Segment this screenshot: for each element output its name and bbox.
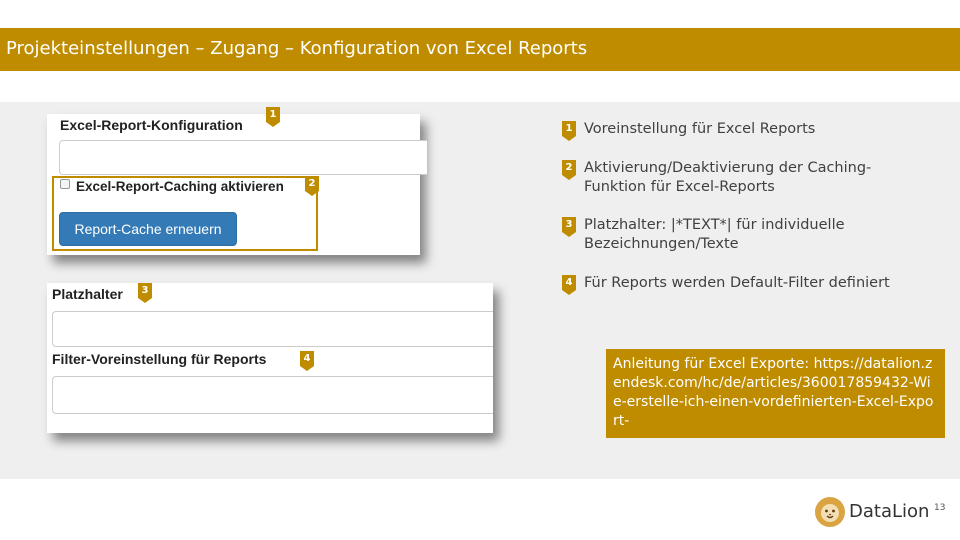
legend-marker-4: 4 [562,275,576,295]
marker-2: 2 [305,176,319,196]
filter-preset-label: Filter-Voreinstellung für Reports [52,351,267,367]
placeholder-input[interactable] [52,311,493,347]
legend-marker-3: 3 [562,217,576,237]
excel-export-guide-box[interactable]: Anleitung für Excel Exporte: https://dat… [606,349,945,438]
excel-report-config-label: Excel-Report-Konfiguration [60,117,243,133]
legend-text-4: Für Reports werden Default-Filter defini… [584,275,890,291]
legend-marker-2: 2 [562,160,576,180]
filter-preset-input[interactable] [52,376,493,414]
logo-text: DataLion [849,501,930,522]
marker-3: 3 [138,283,152,303]
legend-text-2: Aktivierung/Deaktivierung der Caching-Fu… [584,160,872,195]
excel-report-config-input[interactable] [59,140,427,175]
slide-title: Projekteinstellungen – Zugang – Konfigur… [6,38,588,59]
placeholder-filter-screenshot: Platzhalter Filter-Voreinstellung für Re… [47,283,493,433]
marker-1: 1 [266,107,280,127]
caching-highlight-box [52,176,318,251]
lion-head-icon [814,496,846,528]
page-number: 13 [934,503,946,513]
legend-text-3: Platzhalter: |*TEXT*| für individuelle B… [584,217,845,252]
legend-text-1: Voreinstellung für Excel Reports [584,121,816,137]
marker-4: 4 [300,351,314,371]
legend-marker-1: 1 [562,121,576,141]
slide-title-bar: Projekteinstellungen – Zugang – Konfigur… [0,28,960,71]
placeholder-label: Platzhalter [52,286,123,302]
